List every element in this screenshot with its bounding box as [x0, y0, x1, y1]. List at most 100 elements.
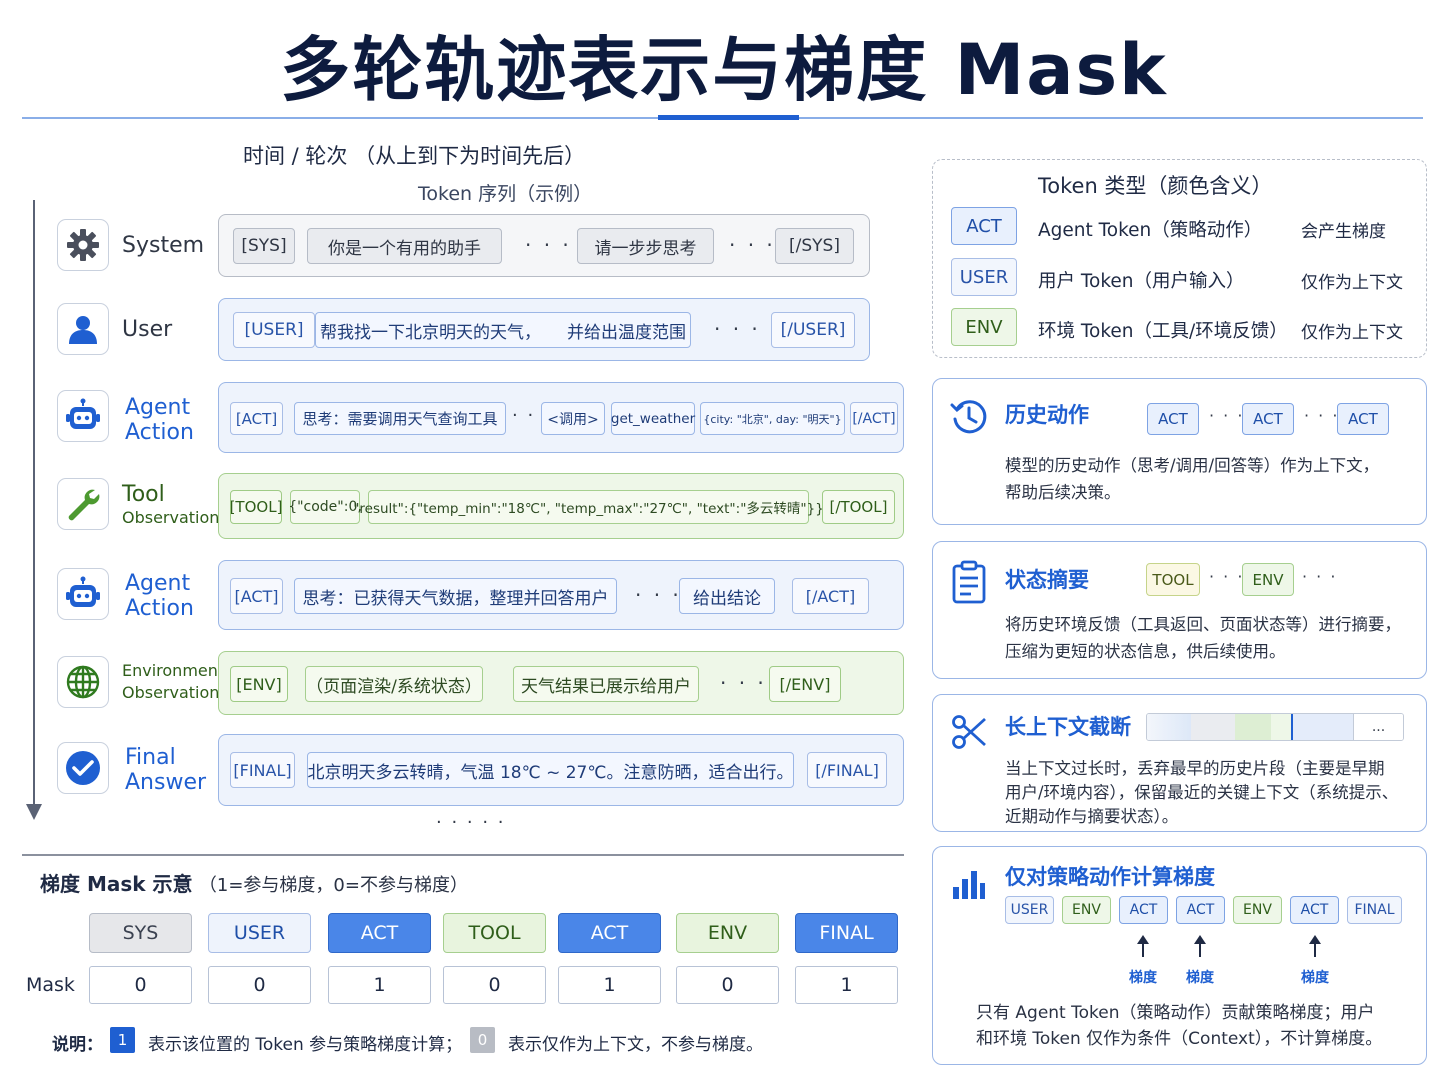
mask-note-prefix: 说明：: [52, 1035, 103, 1055]
gradient-label: 梯度: [1186, 970, 1214, 986]
row-user: [USER] 帮我找一下北京明天的天气， 并给出温度范围 · · · [/USE…: [218, 298, 870, 361]
token-user-text1: 帮我找一下北京明天的天气，: [320, 322, 541, 343]
policy-chip-act: ACT: [1176, 896, 1225, 924]
mask-header-user: USER: [208, 913, 311, 953]
truncate-text-line2: 用户/环境内容），保留最近的关键上下文（系统提示、: [1005, 783, 1399, 802]
policy-chip-user: USER: [1005, 896, 1054, 924]
gradient-up-arrow: [1137, 935, 1149, 957]
summary-title: 状态摘要: [1005, 568, 1089, 592]
row-tool-observation: [TOOL] {"code":0, "result":{"temp_min":"…: [218, 473, 904, 539]
ellipsis: · · ·: [720, 671, 767, 695]
mask-header-final: FINAL: [795, 913, 898, 953]
time-axis-line: [33, 200, 35, 808]
wrench-icon: [57, 478, 109, 530]
mask-note-one-text: 表示该位置的 Token 参与策略梯度计算；: [148, 1035, 463, 1055]
gradient-up-arrow: [1309, 935, 1321, 957]
token-tool-code: {"code":0,: [288, 490, 362, 524]
mask-header-act: ACT: [558, 913, 661, 953]
token-final-open: [FINAL]: [230, 752, 295, 788]
summary-panel: 状态摘要 TOOL · · · ENV · · · 将历史环境反馈（工具返回、页…: [932, 541, 1427, 679]
token-user-text: 帮我找一下北京明天的天气， 并给出温度范围: [315, 312, 691, 348]
mask-value: 1: [558, 966, 661, 1004]
token-sys-text2: 请一步步思考: [577, 228, 714, 264]
mask-value: 0: [208, 966, 311, 1004]
token-user-close: [/USER]: [771, 312, 855, 348]
token-tool-open: [TOOL]: [230, 490, 282, 524]
ellipsis: · · ·: [729, 233, 776, 257]
policy-text-line2: 和环境 Token 仅作为条件（Context），不计算梯度。: [976, 1029, 1383, 1049]
history-chip-act: ACT: [1147, 403, 1199, 435]
history-chip-act: ACT: [1337, 403, 1389, 435]
token-env-close: [/ENV]: [769, 666, 841, 702]
legend-panel: Token 类型（颜色含义） ACT Agent Token（策略动作） 会产生…: [932, 159, 1427, 358]
gear-icon: [57, 219, 109, 271]
policy-gradient-panel: 仅对策略动作计算梯度 USER ENV ACT ACT ENV ACT FINA…: [932, 846, 1427, 1065]
legend-effect-env: 仅作为上下文: [1301, 323, 1403, 343]
truncate-title: 长上下文截断: [1005, 715, 1131, 739]
legend-tag-act: ACT: [951, 207, 1017, 245]
history-text-line1: 模型的历史动作（思考/调用/回答等）作为上下文，: [1005, 456, 1380, 475]
mask-note-zero-text: 表示仅作为上下文，不参与梯度。: [508, 1035, 763, 1055]
token-final-close: [/FINAL]: [807, 752, 887, 788]
role-tool-line1: Tool: [122, 482, 165, 507]
summary-chip-tool: TOOL: [1146, 563, 1200, 596]
user-icon: [57, 303, 109, 355]
token-act-close: [/ACT]: [792, 578, 869, 614]
summary-chip-env: ENV: [1242, 563, 1294, 596]
legend-label-user: 用户 Token（用户输入）: [1038, 271, 1245, 292]
context-bar: ...: [1146, 713, 1404, 741]
mask-row-label: Mask: [26, 974, 75, 996]
token-act-conclude: 给出结论: [679, 578, 775, 614]
row-system: [SYS] 你是一个有用的助手 · · · 请一步步思考 · · · [/SYS…: [218, 214, 870, 277]
gradient-label: 梯度: [1129, 970, 1157, 986]
token-final-text2: 注意防晒，适合出行。: [623, 762, 794, 783]
mask-note-zero-box: 0: [470, 1027, 495, 1053]
ellipsis: · · ·: [714, 317, 761, 341]
robot-icon: [57, 568, 109, 620]
role-final-line1: Final: [125, 745, 176, 770]
mask-note-one-box: 1: [110, 1027, 135, 1053]
context-segment: [1147, 714, 1191, 740]
history-title: 历史动作: [1005, 403, 1089, 427]
truncate-panel: 长上下文截断 ... 当上下文过长时，丢弃最早的历史片段（主要是早期 用户/环境…: [932, 694, 1427, 832]
token-env-open: [ENV]: [230, 666, 288, 702]
legend-label-act: Agent Token（策略动作）: [1038, 220, 1263, 241]
mask-header-act: ACT: [328, 913, 431, 953]
ellipsis: · · ·: [1209, 406, 1245, 425]
mask-value: 0: [676, 966, 779, 1004]
mask-value: 1: [328, 966, 431, 1004]
time-axis-label: 时间 / 轮次 （从上到下为时间先后）: [243, 144, 586, 168]
role-agent-line2: Action: [125, 596, 194, 621]
token-act-close: [/ACT]: [850, 402, 898, 435]
ellipsis: · · ·: [1304, 406, 1340, 425]
token-act-func: get_weather: [611, 402, 695, 435]
role-env-line2: Observation: [122, 683, 220, 702]
history-text-line2: 帮助后续决策。: [1005, 483, 1121, 502]
token-act-open: [ACT]: [230, 402, 283, 435]
token-final-text1: 北京明天多云转晴，气温 18℃ ~ 27℃。: [307, 762, 624, 783]
row-final-answer: [FINAL] 北京明天多云转晴，气温 18℃ ~ 27℃。 注意防晒，适合出行…: [218, 734, 904, 806]
row-agent-action-1: [ACT] 思考：需要调用天气查询工具 · · · <调用> get_weath…: [218, 382, 904, 453]
page-title: 多轮轨迹表示与梯度 Mask: [280, 29, 1168, 111]
time-axis-arrow: [26, 804, 42, 820]
policy-chip-act: ACT: [1119, 896, 1168, 924]
legend-tag-user: USER: [951, 258, 1017, 296]
policy-chip-final: FINAL: [1347, 896, 1402, 924]
token-sequence-label: Token 序列（示例）: [418, 183, 593, 205]
policy-chip-env: ENV: [1062, 896, 1111, 924]
token-act-args: {city: "北京", day: "明天"}: [700, 402, 845, 435]
row-agent-action-2: [ACT] 思考：已获得天气数据，整理并回答用户 · · · 给出结论 [/AC…: [218, 560, 904, 630]
mask-header-sys: SYS: [89, 913, 192, 953]
mask-value: 0: [89, 966, 192, 1004]
truncate-text-line1: 当上下文过长时，丢弃最早的历史片段（主要是早期: [1005, 759, 1385, 778]
token-sys-close: [/SYS]: [775, 228, 854, 264]
role-final-line2: Answer: [125, 770, 207, 795]
role-system: System: [122, 233, 205, 258]
context-segment: [1293, 714, 1353, 740]
more-rows-ellipsis: · · · · ·: [436, 812, 506, 833]
truncate-text-line3: 近期动作与摘要状态）。: [1005, 807, 1179, 826]
token-tool-result: "result":{"temp_min":"18℃", "temp_max":"…: [353, 490, 824, 524]
robot-icon: [57, 390, 109, 442]
role-agent-action: Agent Action: [125, 571, 194, 621]
token-sys-text1: 你是一个有用的助手: [307, 228, 502, 264]
